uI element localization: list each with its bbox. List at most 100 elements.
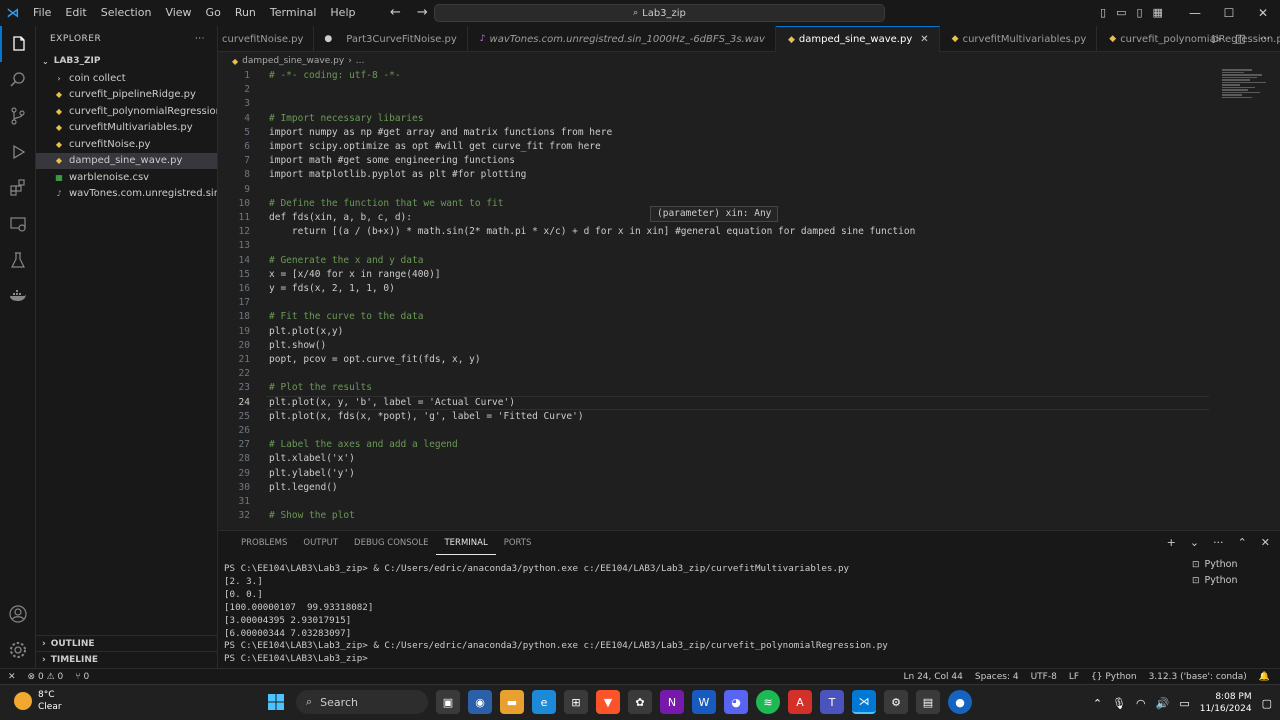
file-item-coin-collect[interactable]: › coin collect: [36, 70, 217, 87]
close-panel-icon[interactable]: ✕: [1261, 531, 1270, 555]
tab-curvefitnoise[interactable]: curvefitNoise.py: [218, 26, 315, 52]
battery-icon[interactable]: ▭: [1179, 697, 1189, 710]
terminal-dropdown-icon[interactable]: ⌄: [1190, 531, 1199, 555]
tab-wavtones[interactable]: ♪ wavTones.com.unregistred.sin_1000Hz_-6…: [468, 26, 776, 52]
toggle-secondary-sidebar-icon[interactable]: ▯: [1136, 0, 1142, 26]
source-control-icon[interactable]: [0, 98, 36, 134]
app-icon[interactable]: ●: [948, 690, 972, 714]
docker-icon[interactable]: [0, 278, 36, 314]
testing-icon[interactable]: [0, 242, 36, 278]
breadcrumb-file[interactable]: damped_sine_wave.py: [242, 56, 344, 66]
volume-icon[interactable]: 🔊: [1156, 697, 1170, 710]
tab-terminal[interactable]: TERMINAL: [436, 531, 496, 555]
copilot-icon[interactable]: ◉: [468, 690, 492, 714]
toggle-sidebar-icon[interactable]: ▯: [1100, 0, 1106, 26]
notifications-bell-icon[interactable]: 🔔: [1259, 672, 1270, 682]
taskbar-search[interactable]: ⌕ Search: [296, 690, 428, 714]
notepad-icon[interactable]: ▤: [916, 690, 940, 714]
run-debug-icon[interactable]: [0, 134, 36, 170]
terminal-instance[interactable]: ⊡ Python: [1192, 573, 1272, 589]
microphone-icon[interactable]: 🎙: [1112, 697, 1126, 710]
remote-indicator-icon[interactable]: ✕: [8, 672, 16, 682]
command-center-search[interactable]: ⌕ Lab3_zip: [434, 4, 885, 22]
menu-run[interactable]: Run: [228, 0, 263, 26]
customize-layout-icon[interactable]: ▦: [1153, 0, 1163, 26]
terminal-output[interactable]: PS C:\EE104\LAB3\Lab3_zip> & C:/Users/ed…: [224, 563, 888, 666]
settings-gear-icon[interactable]: [0, 632, 36, 668]
outline-section[interactable]: › OUTLINE: [36, 635, 218, 651]
menu-selection[interactable]: Selection: [94, 0, 159, 26]
file-item-curvefit-polynomialregression[interactable]: ◆ curvefit_polynomialRegression.py: [36, 103, 217, 120]
task-view-icon[interactable]: ▣: [436, 690, 460, 714]
edge-icon[interactable]: e: [532, 690, 556, 714]
file-item-curvefitmultivariables[interactable]: ◆ curvefitMultivariables.py: [36, 120, 217, 137]
tab-ports[interactable]: PORTS: [496, 531, 540, 555]
indentation[interactable]: Spaces: 4: [975, 672, 1019, 682]
problems-status[interactable]: ⊗ 0 ⚠ 0: [28, 672, 64, 682]
timeline-section[interactable]: › TIMELINE: [36, 651, 218, 667]
tab-damped-sine-wave[interactable]: ◆ damped_sine_wave.py ✕: [775, 26, 940, 52]
cursor-position[interactable]: Ln 24, Col 44: [904, 672, 963, 682]
tab-curvefitmultivariables[interactable]: ◆ curvefitMultivariables.py: [940, 26, 1098, 52]
more-actions-icon[interactable]: ···: [195, 34, 205, 44]
file-item-curvefit-pipelineridge[interactable]: ◆ curvefit_pipelineRidge.py: [36, 87, 217, 104]
menu-edit[interactable]: Edit: [58, 0, 93, 26]
tab-part3curvefitnoise[interactable]: ● Part3CurveFitNoise.py: [314, 26, 468, 52]
close-tab-icon[interactable]: ✕: [920, 34, 928, 45]
maximize-icon[interactable]: ☐: [1212, 0, 1246, 26]
file-item-curvefitnoise[interactable]: ◆ curvefitNoise.py: [36, 136, 217, 153]
split-editor-icon[interactable]: ◫: [1235, 26, 1245, 52]
back-arrow-icon[interactable]: ←: [390, 0, 401, 26]
toggle-panel-icon[interactable]: ▭: [1116, 0, 1126, 26]
show-hidden-icons-icon[interactable]: ⌃: [1093, 697, 1102, 710]
spotify-icon[interactable]: ≋: [756, 690, 780, 714]
file-item-wavtones[interactable]: ♪ wavTones.com.unregistred.sin_100...: [36, 186, 217, 203]
extensions-icon[interactable]: [0, 170, 36, 206]
more-actions-icon[interactable]: ···: [1260, 26, 1271, 52]
account-icon[interactable]: [0, 596, 36, 632]
breadcrumb-rest[interactable]: ...: [356, 56, 365, 66]
menu-help[interactable]: Help: [323, 0, 362, 26]
file-explorer-icon[interactable]: ▬: [500, 690, 524, 714]
close-window-icon[interactable]: ✕: [1246, 0, 1280, 26]
wifi-icon[interactable]: ◠: [1136, 697, 1146, 710]
file-item-warblenoise-csv[interactable]: ▦ warblenoise.csv: [36, 169, 217, 186]
workspace-folder[interactable]: ⌄ LAB3_ZIP: [36, 52, 217, 70]
tab-problems[interactable]: PROBLEMS: [233, 531, 295, 555]
tab-output[interactable]: OUTPUT: [295, 531, 346, 555]
maximize-panel-icon[interactable]: ⌃: [1238, 531, 1247, 555]
search-activity-icon[interactable]: [0, 62, 36, 98]
minimize-icon[interactable]: —: [1178, 0, 1212, 26]
python-interpreter[interactable]: 3.12.3 ('base': conda): [1149, 672, 1247, 682]
weather-widget[interactable]: 8°C Clear: [14, 689, 62, 713]
teams-icon[interactable]: T: [820, 690, 844, 714]
end-of-line[interactable]: LF: [1069, 672, 1079, 682]
code-editor[interactable]: 1 # -*- coding: utf-8 -*- 2 3 4 # Import nece…: [218, 69, 1280, 528]
notification-center-icon[interactable]: ▢: [1262, 697, 1272, 710]
windows-start-icon[interactable]: [264, 690, 288, 714]
menu-view[interactable]: View: [158, 0, 198, 26]
menu-go[interactable]: Go: [199, 0, 228, 26]
run-file-icon[interactable]: ▷: [1213, 26, 1221, 52]
explorer-icon[interactable]: [0, 26, 36, 62]
discord-icon[interactable]: ◕: [724, 690, 748, 714]
more-actions-icon[interactable]: ···: [1213, 531, 1224, 555]
ports-status[interactable]: ⑂ 0: [75, 672, 89, 682]
microsoft-store-icon[interactable]: ⊞: [564, 690, 588, 714]
menu-terminal[interactable]: Terminal: [263, 0, 324, 26]
vscode-taskbar-icon[interactable]: ⋊: [852, 690, 876, 714]
system-clock[interactable]: 8:08 PM 11/16/2024: [1200, 691, 1252, 715]
menu-file[interactable]: File: [26, 0, 58, 26]
new-terminal-icon[interactable]: +: [1167, 531, 1176, 555]
terminal-instance[interactable]: ⊡ Python: [1192, 557, 1272, 573]
language-mode[interactable]: {} Python: [1091, 672, 1137, 682]
minimap[interactable]: [1222, 69, 1268, 109]
tab-debug-console[interactable]: DEBUG CONSOLE: [346, 531, 436, 555]
file-item-damped-sine-wave[interactable]: ◆ damped_sine_wave.py: [36, 152, 217, 169]
brave-icon[interactable]: ▼: [596, 690, 620, 714]
encoding[interactable]: UTF-8: [1031, 672, 1057, 682]
chatgpt-icon[interactable]: ✿: [628, 690, 652, 714]
word-icon[interactable]: W: [692, 690, 716, 714]
remote-explorer-icon[interactable]: [0, 206, 36, 242]
settings-taskbar-icon[interactable]: ⚙: [884, 690, 908, 714]
